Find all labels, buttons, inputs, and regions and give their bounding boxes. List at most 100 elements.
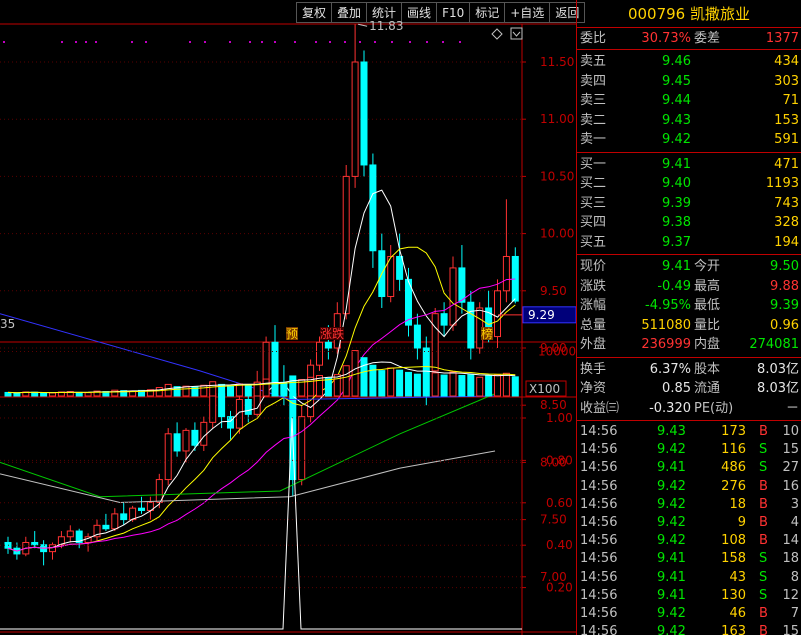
tick-volume: 130: [721, 587, 746, 603]
volume-bar: [431, 372, 439, 397]
bid-list: 买一 9.41 471 买二 9.40 1193 买三 9.39 743 买四 9.38 328 买五 9…: [577, 153, 801, 255]
tick-count: 8: [790, 569, 799, 585]
candle-body: [316, 341, 323, 366]
ask-label: 卖五: [580, 54, 607, 69]
volume-unit-label: X100: [529, 382, 560, 396]
event-marker: [374, 41, 376, 43]
indicator-axis-label: 0.80: [546, 453, 573, 467]
ask-label: 卖四: [580, 73, 607, 89]
candle-body: [494, 290, 501, 338]
ask-list: 卖五 9.46 434 卖四 9.45 303 卖三 9.44 71 卖二 9.43 153 卖一 9.4…: [577, 50, 801, 153]
tick-time: 14:56: [580, 587, 618, 603]
tick-time: 14:56: [580, 569, 618, 585]
event-marker: [391, 41, 393, 43]
bid-volume: 471: [774, 156, 799, 172]
tick-volume: 173: [721, 424, 746, 439]
xianjia-label: 现价: [580, 259, 607, 274]
candle-body: [351, 61, 359, 177]
volume-bar: [405, 371, 412, 397]
event-marker: [274, 41, 276, 43]
bid-row: 买四 9.38 328: [577, 213, 801, 233]
bid-label: 买一: [580, 156, 607, 172]
ask-row: 卖五 9.46 434: [577, 52, 801, 72]
tick-row: 14:56 9.42 163 B 15: [577, 623, 801, 635]
quote-row-pct: 涨幅 -4.95% 最低 9.39: [577, 296, 801, 316]
zuigao-value: 9.88: [770, 278, 799, 294]
weicha-label: 委差: [694, 31, 721, 46]
event-marker: [426, 41, 428, 43]
volume-bar: [262, 378, 270, 397]
zhangfu-value: -4.95%: [645, 298, 691, 313]
volume-bar: [155, 387, 163, 397]
volume-bar: [40, 392, 48, 397]
volume-bar: [467, 374, 475, 397]
volume-bar: [342, 365, 350, 397]
candle-body: [182, 429, 190, 452]
zhangdie-label: 涨跌: [580, 278, 607, 294]
bid-price: 9.39: [662, 195, 691, 211]
event-marker: [85, 41, 87, 43]
chart-area[interactable]: 11.5011.0010.5010.009.509.008.508.007.50…: [0, 0, 576, 635]
event-marker: [61, 41, 63, 43]
quote-row-volume: 总量 511080 量比 0.96: [577, 316, 801, 336]
ma5-line: [7, 189, 516, 552]
price-axis-label: 11.50: [540, 55, 574, 69]
quote-block: 现价 9.41 今开 9.50 涨跌 -0.49 最高 9.88 涨幅 -4.9…: [577, 255, 801, 358]
high-pointer: [357, 23, 368, 27]
tick-side: S: [759, 569, 768, 585]
current-price-label: 9.29: [528, 308, 555, 322]
event-tag: 榜: [481, 326, 493, 341]
tick-list[interactable]: 14:56 9.43 173 B 10 14:56 9.42 116 S 15 14:56 9.41 4…: [577, 421, 801, 635]
tick-count: 14: [782, 533, 799, 549]
tick-volume: 116: [721, 442, 746, 458]
price-axis-label: 9.50: [540, 284, 567, 298]
ask-volume: 434: [774, 54, 799, 69]
tick-count: 7: [790, 605, 799, 621]
stock-code: 000796: [627, 5, 686, 23]
volume-axis-label: 10000: [538, 344, 576, 358]
bid-row: 买一 9.41 471: [577, 155, 801, 175]
tick-count: 15: [782, 442, 799, 458]
event-marker: [294, 41, 296, 43]
volume-bar: [396, 369, 404, 397]
candle-body: [360, 61, 368, 166]
event-marker: [131, 41, 133, 43]
guben-label: 股本: [694, 361, 721, 377]
weibi-row: 委比 30.73% 委差 1377: [577, 28, 801, 50]
tick-time: 14:56: [580, 496, 618, 512]
bid-price: 9.37: [662, 234, 691, 250]
tick-volume: 43: [729, 569, 746, 585]
event-marker: [75, 41, 77, 43]
candle-body: [129, 507, 137, 521]
candle-body: [218, 393, 226, 418]
candle-body: [387, 255, 395, 298]
volume-bar: [289, 375, 297, 397]
stock-name: 凯撒旅业: [690, 5, 751, 23]
tick-side: B: [759, 514, 768, 530]
tick-count: 27: [782, 460, 799, 476]
tick-side: B: [759, 624, 768, 635]
volume-bar: [227, 385, 234, 397]
ask-price: 9.43: [662, 112, 691, 128]
tick-row: 14:56 9.42 18 B 3: [577, 496, 801, 514]
event-marker: [204, 41, 206, 43]
tick-price: 9.42: [657, 514, 686, 530]
tick-count: 16: [782, 478, 799, 494]
candle-body: [413, 324, 421, 349]
left-edge-label: 35: [0, 317, 15, 331]
liangbi-label: 量比: [694, 317, 721, 333]
indicator-line: [0, 417, 522, 630]
event-marker: [329, 41, 331, 43]
indicator-axis-label: 0.20: [546, 581, 573, 595]
price-axis-label: 11.00: [540, 112, 574, 126]
event-marker: [459, 41, 461, 43]
event-tag: 涨: [320, 326, 332, 341]
candle-body: [431, 313, 439, 372]
indicator-axis-label: 1.00: [546, 411, 573, 425]
waipan-value: 236999: [641, 337, 691, 352]
bid-volume: 328: [774, 215, 799, 230]
price-axis-label: 10.50: [540, 169, 574, 183]
tick-row: 14:56 9.41 43 S 8: [577, 569, 801, 587]
liutong-label: 流通: [694, 381, 721, 396]
bid-label: 买四: [580, 215, 607, 230]
